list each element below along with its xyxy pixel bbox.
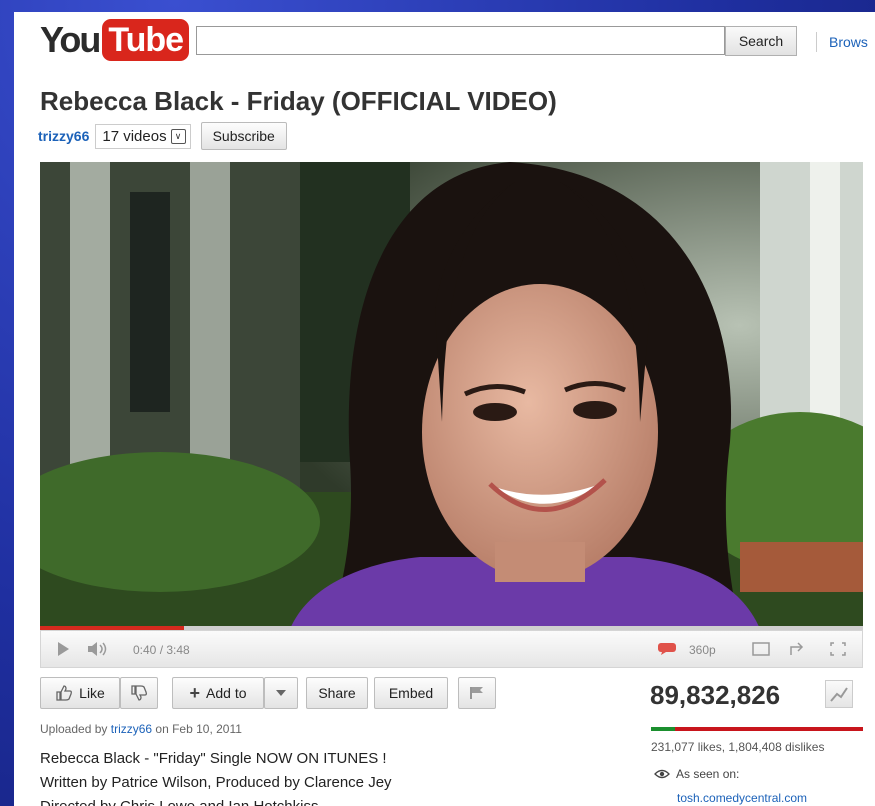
search-input[interactable] bbox=[196, 26, 725, 55]
plus-icon: + bbox=[189, 683, 201, 703]
share-button[interactable]: Share bbox=[306, 677, 368, 709]
channel-videos-button[interactable]: 17 videos ∨ bbox=[95, 123, 191, 149]
view-count: 89,832,826 bbox=[650, 680, 781, 710]
thumbs-up-icon bbox=[56, 685, 73, 701]
seen-on-row: As seen on: bbox=[654, 767, 739, 781]
video-frame-image bbox=[40, 162, 863, 629]
subscribe-button[interactable]: Subscribe bbox=[200, 122, 287, 150]
uploader-link[interactable]: trizzy66 bbox=[111, 722, 152, 736]
seen-on-label: As seen on: bbox=[676, 767, 740, 781]
embed-button[interactable]: Embed bbox=[374, 677, 448, 709]
expand-icon[interactable] bbox=[783, 631, 811, 667]
flag-button[interactable] bbox=[458, 677, 496, 709]
youtube-page: You Tube Search Brows Rebecca Black - Fr… bbox=[14, 12, 875, 806]
upload-date: on Feb 10, 2011 bbox=[155, 722, 242, 736]
logo-you-text: You bbox=[40, 19, 101, 60]
add-to-dropdown-button[interactable] bbox=[264, 677, 298, 709]
stats-button[interactable] bbox=[825, 680, 853, 708]
add-to-button[interactable]: + Add to bbox=[172, 677, 264, 709]
add-to-label: Add to bbox=[206, 685, 247, 701]
upload-prefix: Uploaded by bbox=[40, 722, 108, 736]
dislike-button[interactable] bbox=[120, 677, 158, 709]
header-divider bbox=[816, 32, 817, 52]
logo-tube-text: Tube bbox=[102, 19, 190, 61]
chevron-down-icon: ∨ bbox=[170, 128, 186, 144]
like-label: Like bbox=[79, 685, 105, 701]
channel-row: trizzy66 17 videos ∨ Subscribe bbox=[38, 121, 287, 151]
description-line: Written by Patrice Wilson, Produced by C… bbox=[40, 774, 392, 791]
player-controls: 0:40 / 3:48 360p bbox=[40, 630, 863, 668]
description-line: Rebecca Black - "Friday" Single NOW ON I… bbox=[40, 750, 387, 767]
likes-dislikes-text: 231,077 likes, 1,804,408 dislikes bbox=[651, 740, 825, 754]
volume-icon[interactable] bbox=[81, 631, 117, 667]
video-description: Rebecca Black - "Friday" Single NOW ON I… bbox=[40, 747, 392, 806]
videos-count-label: 17 videos bbox=[102, 127, 167, 145]
like-ratio-bar bbox=[651, 727, 863, 731]
youtube-logo[interactable]: You Tube bbox=[40, 16, 190, 64]
chart-icon bbox=[830, 687, 848, 702]
like-ratio-fill bbox=[651, 727, 675, 731]
time-display: 0:40 / 3:48 bbox=[133, 643, 190, 657]
flag-icon bbox=[470, 687, 483, 699]
video-player[interactable] bbox=[40, 162, 863, 629]
play-icon[interactable] bbox=[49, 631, 77, 667]
quality-selector[interactable]: 360p bbox=[689, 643, 716, 657]
like-button[interactable]: Like bbox=[40, 677, 120, 709]
channel-name-link[interactable]: trizzy66 bbox=[38, 128, 89, 144]
popout-icon[interactable] bbox=[747, 631, 775, 667]
action-bar: Like + Add to Share Embed bbox=[40, 676, 496, 710]
video-title: Rebecca Black - Friday (OFFICIAL VIDEO) bbox=[40, 86, 557, 116]
annotations-icon[interactable] bbox=[653, 631, 681, 667]
description-line: Directed by Chris Lowe and Ian Hotchkiss bbox=[40, 795, 392, 806]
thumbs-down-icon bbox=[131, 685, 147, 701]
fullscreen-icon[interactable] bbox=[823, 631, 853, 667]
seen-on-link[interactable]: tosh.comedycentral.com bbox=[677, 791, 807, 805]
browse-link[interactable]: Brows bbox=[829, 34, 868, 50]
upload-info: Uploaded by trizzy66 on Feb 10, 2011 bbox=[40, 722, 242, 736]
search-button[interactable]: Search bbox=[725, 26, 797, 56]
caret-down-icon bbox=[276, 690, 286, 696]
eye-icon bbox=[654, 769, 670, 779]
